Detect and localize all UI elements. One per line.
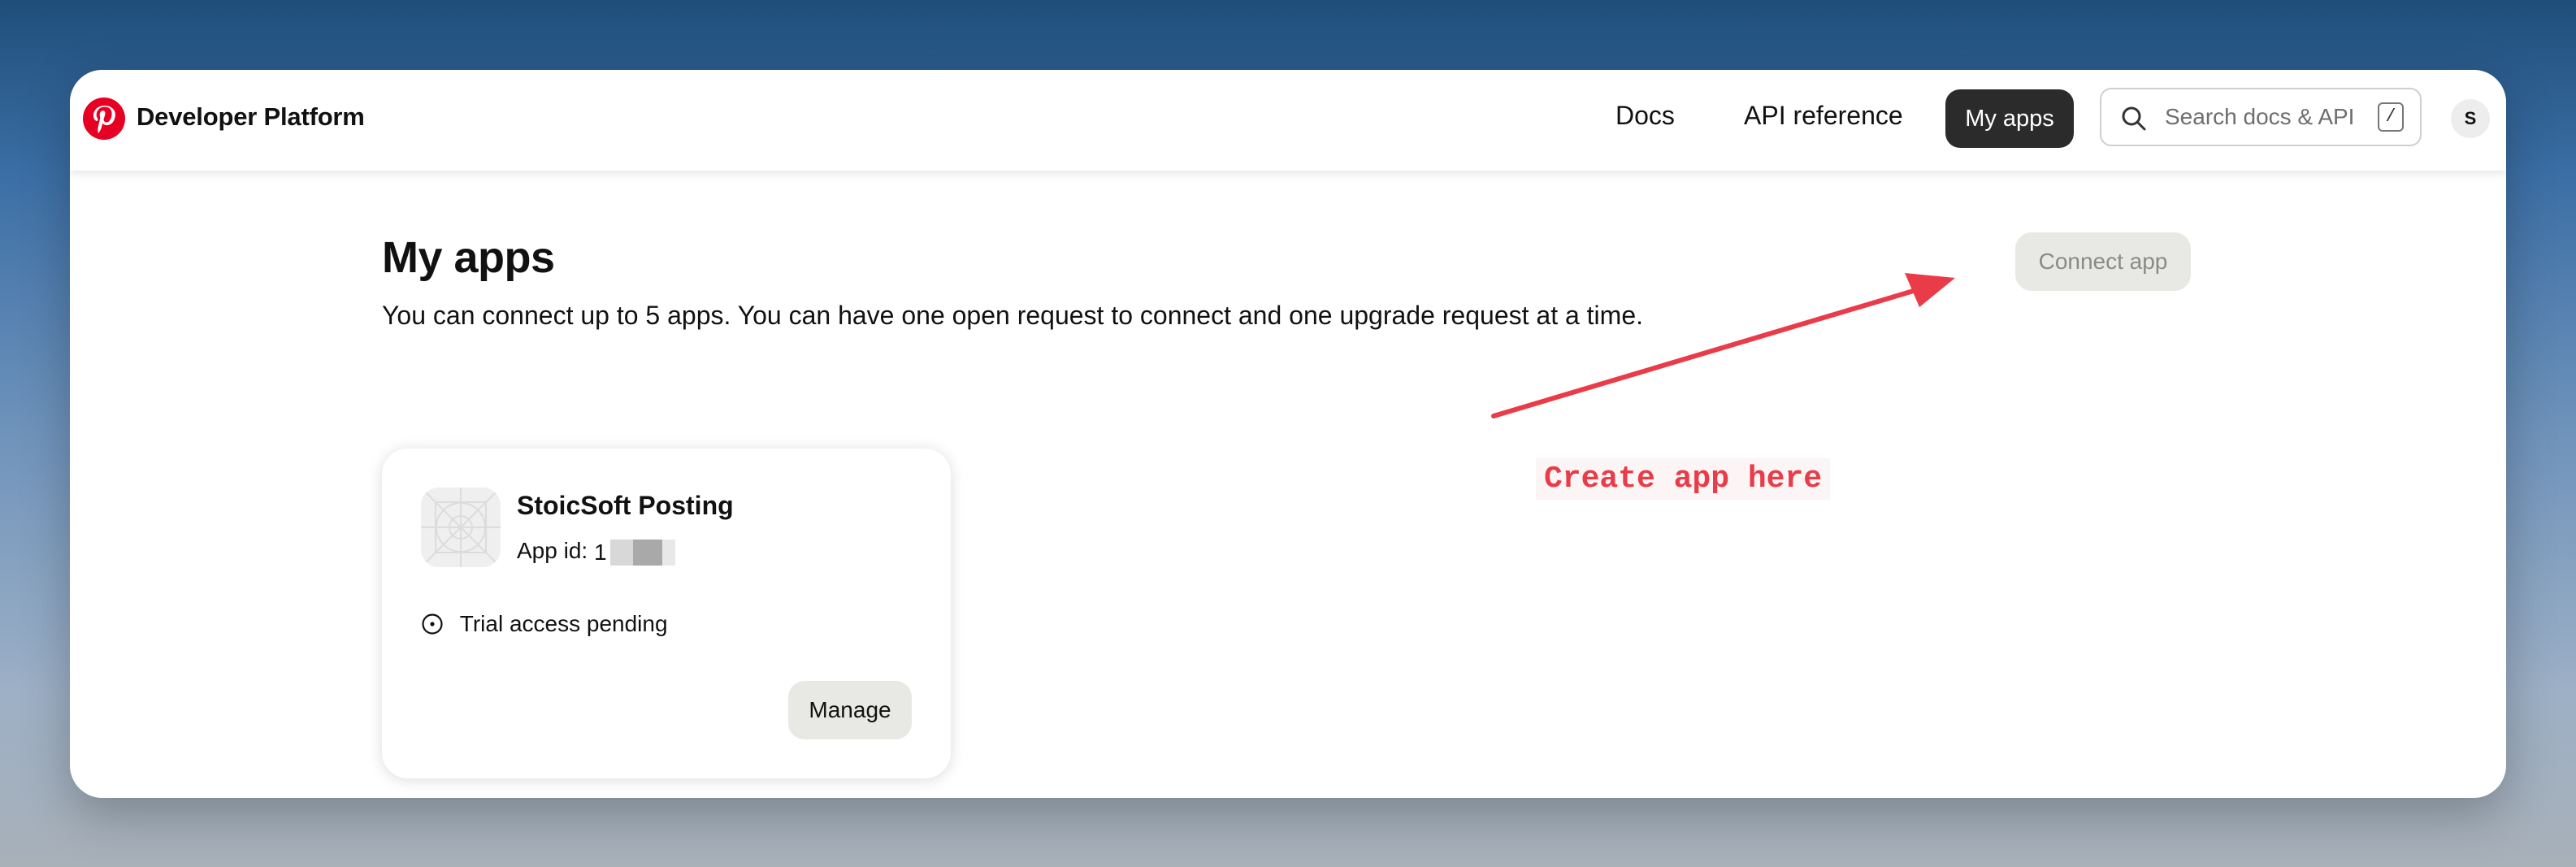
annotation-label: Create app here xyxy=(1536,458,1831,500)
app-id: App id: 1 xyxy=(517,538,675,566)
page-title: My apps xyxy=(382,233,555,282)
nav-link-api-reference[interactable]: API reference xyxy=(1744,101,1903,131)
search-box[interactable]: / xyxy=(2100,88,2422,146)
pinterest-logo-icon[interactable] xyxy=(83,98,125,140)
app-placeholder-icon xyxy=(421,488,501,567)
nav-link-my-apps[interactable]: My apps xyxy=(1945,89,2074,148)
app-name: StoicSoft Posting xyxy=(517,491,734,520)
app-window: Developer Platform Docs API reference My… xyxy=(70,70,2506,798)
page-description: You can connect up to 5 apps. You can ha… xyxy=(382,301,1643,330)
connect-app-button[interactable]: Connect app xyxy=(2015,232,2191,291)
app-id-label: App id: xyxy=(517,538,588,563)
app-status: Trial access pending xyxy=(421,609,668,637)
user-avatar[interactable]: S xyxy=(2451,99,2490,138)
app-id-value: 1 xyxy=(593,539,607,565)
app-card: StoicSoft Posting App id: 1 Trial access… xyxy=(382,449,951,778)
top-navigation-bar: Developer Platform Docs API reference My… xyxy=(70,70,2506,171)
brand-title[interactable]: Developer Platform xyxy=(137,102,365,132)
search-icon xyxy=(2122,106,2146,131)
nav-link-docs[interactable]: Docs xyxy=(1615,101,1675,131)
search-input[interactable] xyxy=(2165,102,2368,132)
manage-app-button[interactable]: Manage xyxy=(788,681,912,739)
clock-circle-icon xyxy=(422,613,443,635)
search-shortcut-key: / xyxy=(2378,102,2404,132)
app-status-text: Trial access pending xyxy=(459,610,668,636)
app-id-redaction xyxy=(609,539,675,566)
